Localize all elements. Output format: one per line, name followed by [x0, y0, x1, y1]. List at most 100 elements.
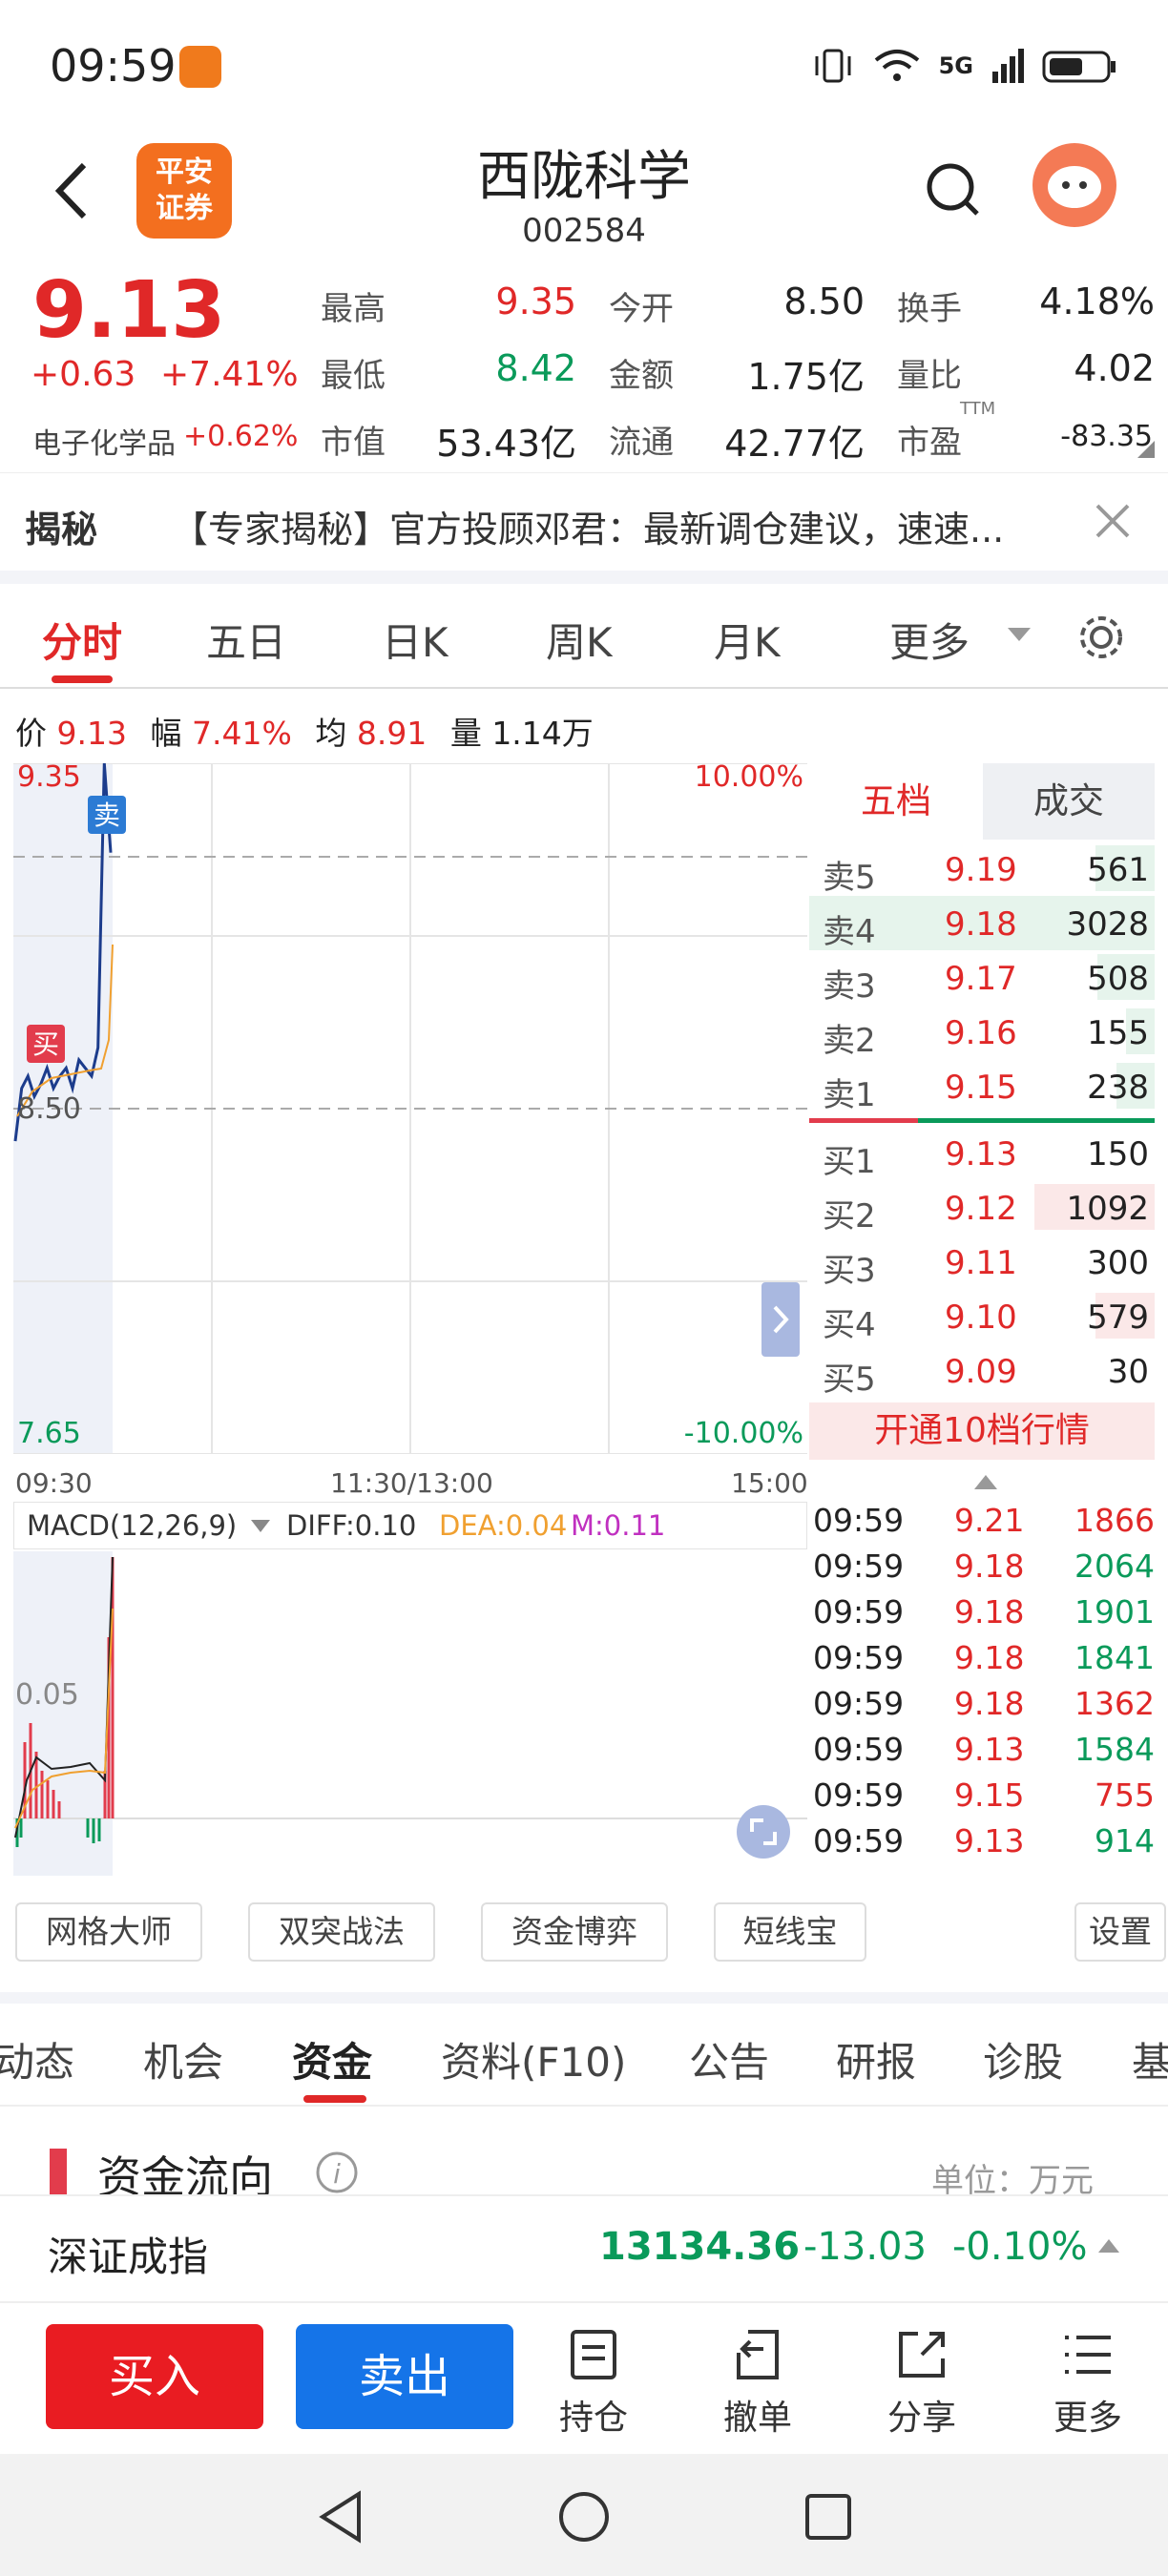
- price-label: 价: [15, 715, 47, 752]
- trade-vol: 755: [1095, 1776, 1155, 1814]
- nav-home-icon[interactable]: [555, 2488, 613, 2545]
- assistant-avatar[interactable]: [1032, 143, 1116, 227]
- trade-row: 09:59 9.15 755: [813, 1776, 1155, 1822]
- more-button[interactable]: 更多: [1040, 2328, 1136, 2440]
- x-label-open: 09:30: [15, 1467, 93, 1499]
- tab-five-day[interactable]: 五日: [206, 611, 286, 669]
- trade-vol: 1901: [1074, 1593, 1155, 1631]
- tab-divider: [0, 2105, 1168, 2107]
- open-value: 8.50: [783, 280, 865, 322]
- positions-label: 持仓: [558, 2399, 628, 2438]
- tab-announcements[interactable]: 公告: [689, 2030, 769, 2088]
- tab-news-feed[interactable]: 动态: [0, 2030, 74, 2088]
- tab-daily-k[interactable]: 日K: [382, 611, 448, 669]
- tab-opportunity[interactable]: 机会: [143, 2030, 223, 2088]
- trade-row: 09:59 9.18 1362: [813, 1685, 1155, 1731]
- expand-panel-button[interactable]: [761, 1282, 800, 1357]
- more-label: 更多: [1053, 2399, 1122, 2438]
- trade-row: 09:59 9.13 1584: [813, 1731, 1155, 1776]
- bid-label: 买2: [823, 1197, 876, 1236]
- bid-price: 9.13: [945, 1135, 1017, 1174]
- share-button[interactable]: 分享: [874, 2328, 970, 2440]
- sector-pct: +0.62%: [183, 420, 299, 453]
- tab-monthly-k[interactable]: 月K: [714, 611, 781, 669]
- expand-corner-icon[interactable]: [1137, 441, 1155, 458]
- trade-row: 09:59 9.13 914: [813, 1822, 1155, 1868]
- trade-price: 9.21: [954, 1502, 1025, 1539]
- caret-up-icon[interactable]: [1097, 2238, 1120, 2254]
- caret-down-icon[interactable]: [250, 1519, 271, 1534]
- stock-code: 002584: [522, 212, 646, 250]
- cancel-order-button[interactable]: 撤单: [710, 2328, 805, 2440]
- nav-back-icon[interactable]: [315, 2488, 366, 2545]
- search-icon[interactable]: [924, 160, 981, 221]
- ask-vol: 561: [1087, 851, 1149, 889]
- tool-settings[interactable]: 设置: [1074, 1902, 1166, 1962]
- tab-fund-partial[interactable]: 基: [1132, 2030, 1168, 2088]
- tool-short-term[interactable]: 短线宝: [714, 1902, 866, 1962]
- high-value: 9.35: [495, 280, 576, 322]
- chevron-down-icon[interactable]: [1006, 626, 1032, 645]
- buy-button[interactable]: 买入: [46, 2324, 263, 2429]
- turnover-value: 4.18%: [1039, 280, 1155, 322]
- network-type: 5G: [938, 52, 973, 79]
- ask-price: 9.18: [945, 905, 1017, 944]
- index-ticker-bar[interactable]: 深证成指 13134.36 -13.03 -0.10%: [0, 2194, 1168, 2301]
- trade-time: 09:59: [813, 1639, 905, 1676]
- open-level10-button[interactable]: 开通10档行情: [809, 1402, 1155, 1460]
- trade-price: 9.18: [954, 1639, 1025, 1676]
- intraday-chart[interactable]: 卖 买 9.35 8.50 7.65 10.00% -10.00%: [13, 763, 807, 1454]
- system-nav-bar: [0, 2454, 1168, 2576]
- fullscreen-button[interactable]: [737, 1805, 790, 1859]
- tab-level5[interactable]: 五档: [809, 763, 983, 840]
- x-label-mid: 11:30/13:00: [330, 1467, 493, 1499]
- bid-row: 买3 9.11 300: [809, 1235, 1155, 1290]
- bottom-tab-indicator: [303, 2095, 366, 2103]
- tool-fund-game[interactable]: 资金博弈: [481, 1902, 668, 1962]
- nav-recents-icon[interactable]: [803, 2492, 853, 2542]
- sell-button[interactable]: 卖出: [296, 2324, 513, 2429]
- divider: [0, 571, 1168, 584]
- banner-text[interactable]: 【专家揭秘】官方投顾邓君：最新调仓建议，速速...: [172, 500, 1088, 552]
- bid-row: 买4 9.10 579: [809, 1289, 1155, 1344]
- market-cap-label: 市值: [321, 424, 386, 462]
- y-mid-label: 8.50: [17, 1092, 81, 1126]
- mascot-icon: [1048, 166, 1101, 208]
- trade-vol: 914: [1095, 1822, 1155, 1859]
- tab-research[interactable]: 研报: [836, 2030, 916, 2088]
- tab-profile-f10[interactable]: 资料(F10): [441, 2030, 626, 2088]
- buy-marker-text: 买: [32, 1028, 59, 1060]
- info-icon[interactable]: i: [315, 2150, 359, 2194]
- tab-divider: [0, 687, 1168, 689]
- gear-icon[interactable]: [1076, 613, 1126, 662]
- trade-vol: 2064: [1074, 1548, 1155, 1585]
- trade-time: 09:59: [813, 1685, 905, 1722]
- tab-trades[interactable]: 成交: [983, 763, 1155, 840]
- trade-time: 09:59: [813, 1731, 905, 1768]
- close-icon[interactable]: [1094, 502, 1132, 540]
- float-cap-value: 42.77亿: [724, 423, 865, 465]
- active-tab-indicator: [52, 675, 113, 683]
- tool-double-breakout[interactable]: 双突战法: [248, 1902, 435, 1962]
- bid-row: 买5 9.09 30: [809, 1343, 1155, 1399]
- collapse-up-icon[interactable]: [973, 1473, 998, 1490]
- volume-ratio-value: 4.02: [1074, 347, 1155, 389]
- positions-button[interactable]: 持仓: [546, 2328, 641, 2440]
- tab-intraday[interactable]: 分时: [42, 611, 122, 669]
- tab-weekly-k[interactable]: 周K: [546, 611, 613, 669]
- tab-funds[interactable]: 资金: [292, 2030, 372, 2088]
- x-label-close: 15:00: [731, 1467, 808, 1499]
- pe-label: 市盈: [897, 424, 962, 462]
- bid-label: 买3: [823, 1252, 876, 1290]
- tool-grid-master[interactable]: 网格大师: [15, 1902, 202, 1962]
- sector-name[interactable]: 电子化学品: [32, 420, 176, 462]
- tab-diagnosis[interactable]: 诊股: [983, 2030, 1063, 2088]
- macd-selector[interactable]: MACD(12,26,9): [27, 1509, 237, 1542]
- high-label: 最高: [321, 290, 386, 328]
- news-banner[interactable]: 揭秘 【专家揭秘】官方投顾邓君：最新调仓建议，速速...: [0, 472, 1168, 571]
- ask-price: 9.19: [945, 851, 1017, 889]
- trade-vol: 1866: [1074, 1502, 1155, 1539]
- tab-more[interactable]: 更多: [889, 611, 970, 669]
- cancel-order-label: 撤单: [722, 2399, 792, 2438]
- y-bottom-label: 7.65: [17, 1417, 81, 1450]
